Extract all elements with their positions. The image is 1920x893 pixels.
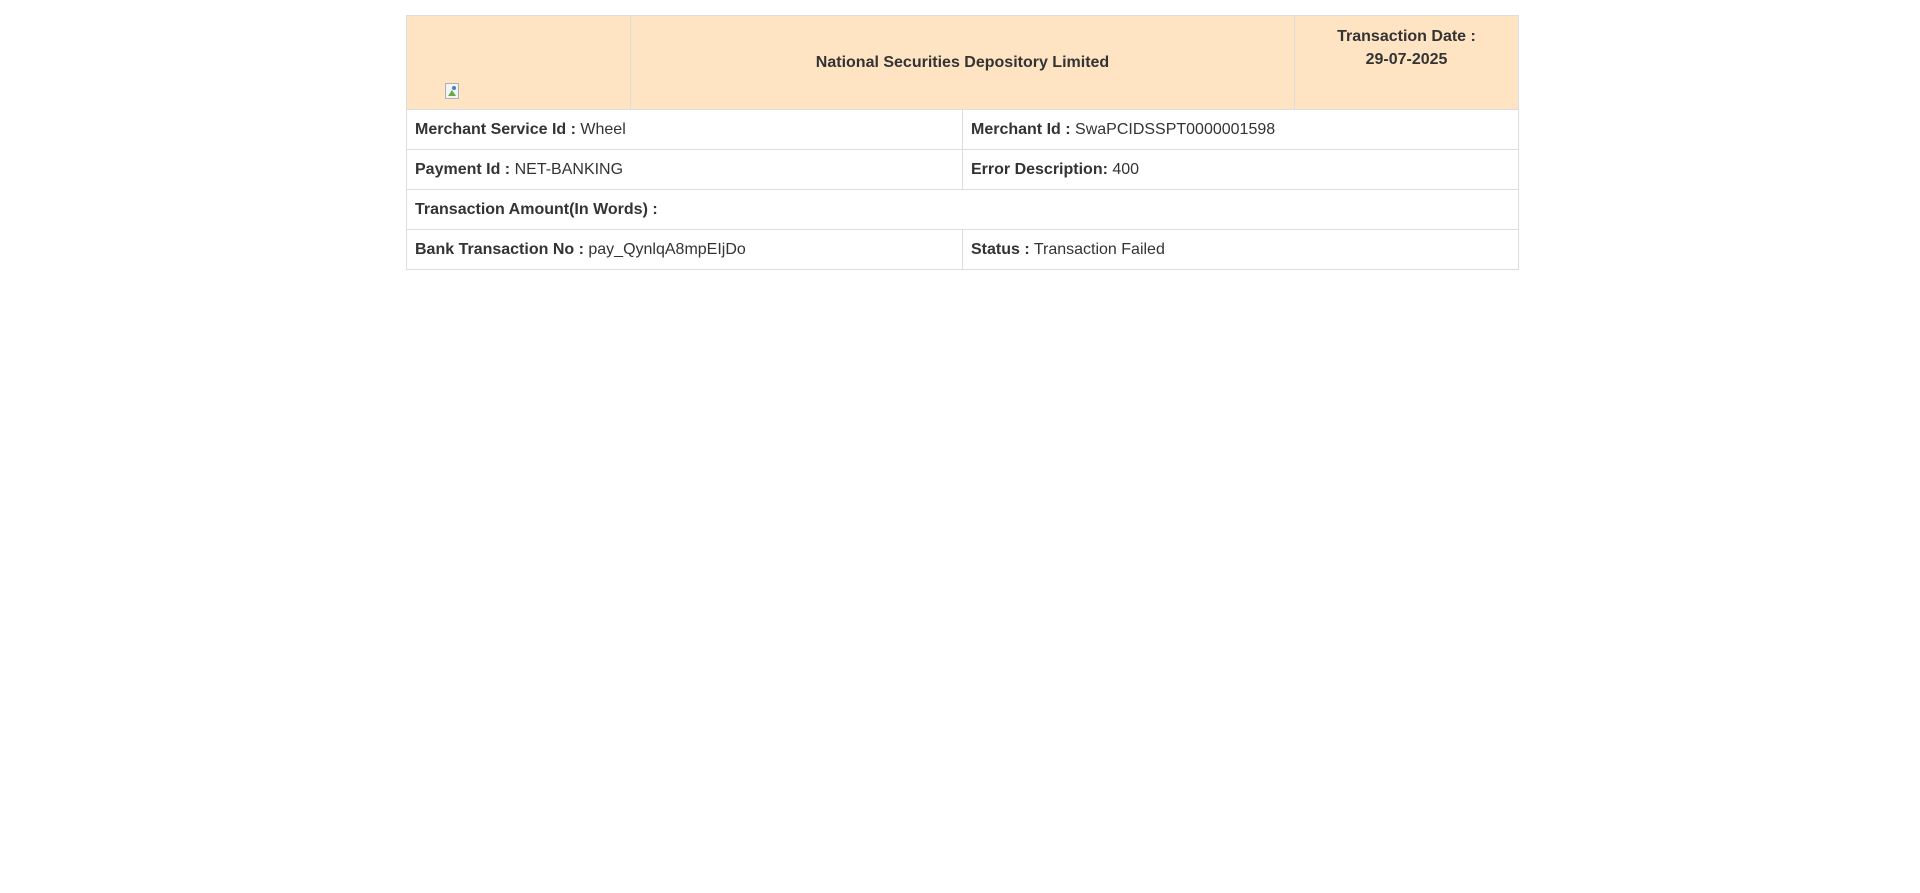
amount-in-words-label: Transaction Amount(In Words) :	[415, 200, 658, 218]
bank-transaction-no-value: pay_QynlqA8mpEIjDo	[588, 240, 746, 258]
page-title: National Securities Depository Limited	[630, 15, 1295, 110]
table-row: Bank Transaction No : pay_QynlqA8mpEIjDo…	[406, 229, 1519, 270]
table-row: Transaction Amount(In Words) :	[406, 189, 1519, 230]
merchant-service-id-label: Merchant Service Id :	[415, 120, 576, 138]
receipt-header-row: National Securities Depository Limited T…	[406, 15, 1519, 110]
payment-id-label: Payment Id :	[415, 160, 511, 178]
transaction-date-cell: Transaction Date : 29-07-2025	[1294, 15, 1519, 110]
transaction-date-label: Transaction Date :	[1337, 28, 1476, 45]
error-description-cell: Error Description: 400	[962, 149, 1519, 190]
status-value: Transaction Failed	[1033, 240, 1165, 258]
table-row: Payment Id : NET-BANKING Error Descripti…	[406, 149, 1519, 190]
status-cell: Status : Transaction Failed	[962, 229, 1519, 270]
merchant-service-id-value: Wheel	[580, 120, 626, 138]
merchant-id-value: SwaPCIDSSPT0000001598	[1075, 120, 1276, 138]
table-row: Merchant Service Id : Wheel Merchant Id …	[406, 109, 1519, 150]
bank-transaction-no-cell: Bank Transaction No : pay_QynlqA8mpEIjDo	[406, 229, 963, 270]
broken-image-icon	[445, 83, 459, 99]
merchant-id-cell: Merchant Id : SwaPCIDSSPT0000001598	[962, 109, 1519, 150]
logo-cell	[406, 15, 631, 110]
error-description-label: Error Description:	[971, 160, 1108, 178]
payment-id-cell: Payment Id : NET-BANKING	[406, 149, 963, 190]
merchant-id-label: Merchant Id :	[971, 120, 1071, 138]
error-description-value: 400	[1112, 160, 1140, 178]
payment-id-value: NET-BANKING	[514, 160, 624, 178]
status-label: Status :	[971, 240, 1030, 258]
merchant-service-id-cell: Merchant Service Id : Wheel	[406, 109, 963, 150]
bank-transaction-no-label: Bank Transaction No :	[415, 240, 584, 258]
transaction-date-value: 29-07-2025	[1365, 51, 1448, 68]
transaction-receipt-table: National Securities Depository Limited T…	[406, 15, 1519, 270]
amount-in-words-cell: Transaction Amount(In Words) :	[406, 189, 1519, 230]
